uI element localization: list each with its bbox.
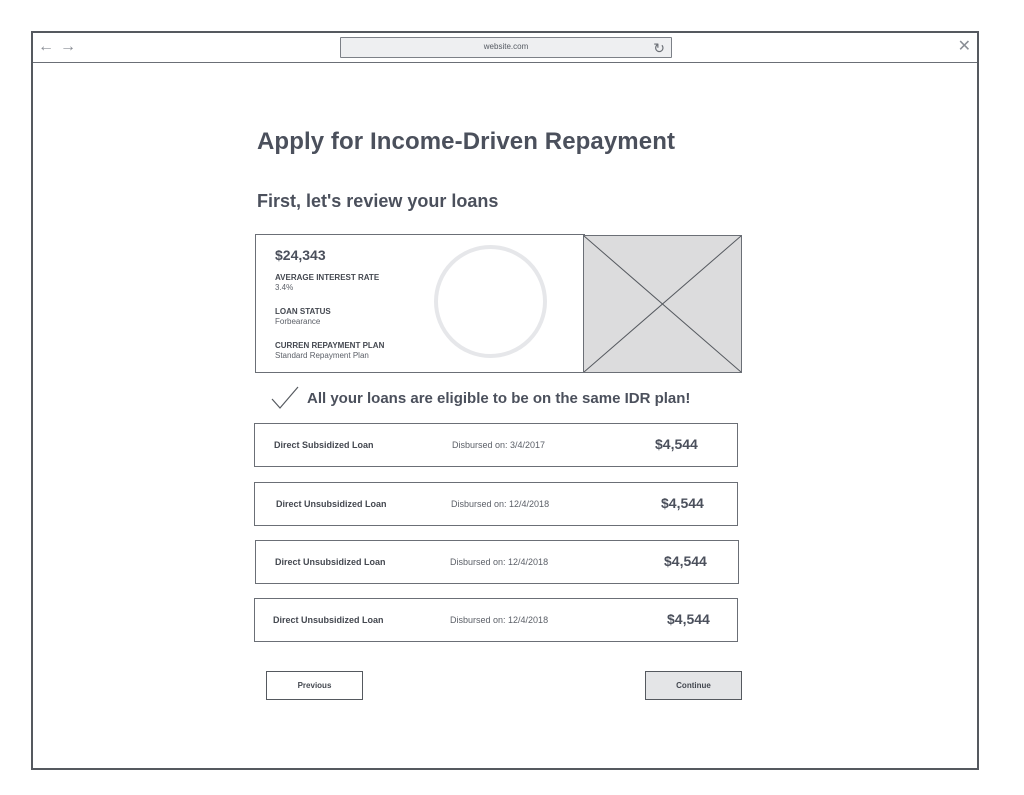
loan-row[interactable]: Direct Unsubsidized Loan Disbursed on: 1… bbox=[254, 598, 738, 642]
interest-rate-label: AVERAGE INTEREST RATE bbox=[275, 273, 380, 282]
loan-name: Direct Unsubsidized Loan bbox=[273, 615, 384, 625]
loan-disbursed-date: Disbursed on: 3/4/2017 bbox=[452, 440, 546, 450]
previous-button[interactable]: Previous bbox=[266, 671, 363, 700]
loan-disbursed-date: Disbursed on: 12/4/2018 bbox=[451, 499, 550, 509]
loan-amount: $4,544 bbox=[661, 495, 704, 511]
eligibility-message: All your loans are eligible to be on the… bbox=[307, 389, 691, 407]
address-bar[interactable]: website.com ↻ bbox=[340, 37, 672, 58]
loan-disbursed-date: Disbursed on: 12/4/2018 bbox=[450, 557, 549, 567]
forward-arrow-icon[interactable]: → bbox=[59, 37, 77, 57]
loan-row[interactable]: Direct Subsidized Loan Disbursed on: 3/4… bbox=[254, 423, 738, 467]
close-icon[interactable]: ✕ bbox=[958, 37, 971, 57]
repayment-plan-label: CURREN REPAYMENT PLAN bbox=[275, 341, 385, 350]
loan-row[interactable]: Direct Unsubsidized Loan Disbursed on: 1… bbox=[254, 482, 738, 526]
loan-row[interactable]: Direct Unsubsidized Loan Disbursed on: 1… bbox=[255, 540, 739, 584]
loan-disbursed-date: Disbursed on: 12/4/2018 bbox=[450, 615, 549, 625]
image-placeholder-icon bbox=[584, 236, 741, 372]
total-balance: $24,343 bbox=[275, 247, 326, 263]
image-placeholder bbox=[583, 235, 742, 373]
repayment-plan-value: Standard Repayment Plan bbox=[275, 351, 369, 360]
loan-amount: $4,544 bbox=[664, 553, 707, 569]
loan-status-value: Forbearance bbox=[275, 317, 321, 326]
browser-window: ← → website.com ↻ ✕ Apply for Income-Dri… bbox=[31, 31, 979, 770]
continue-button[interactable]: Continue bbox=[645, 671, 742, 700]
loan-name: Direct Unsubsidized Loan bbox=[276, 499, 387, 509]
interest-rate-value: 3.4% bbox=[275, 283, 294, 292]
section-title: First, let's review your loans bbox=[257, 191, 499, 211]
loan-summary-card: $24,343 AVERAGE INTEREST RATE 3.4% LOAN … bbox=[255, 234, 585, 373]
url-text: website.com bbox=[483, 42, 529, 51]
page-title: Apply for Income-Driven Repayment bbox=[257, 128, 676, 155]
checkmark-icon bbox=[271, 386, 299, 409]
loan-name: Direct Unsubsidized Loan bbox=[275, 557, 386, 567]
back-arrow-icon[interactable]: ← bbox=[37, 37, 55, 57]
loan-amount: $4,544 bbox=[655, 436, 698, 452]
loan-amount: $4,544 bbox=[667, 611, 710, 627]
loan-name: Direct Subsidized Loan bbox=[274, 440, 374, 450]
loan-status-label: LOAN STATUS bbox=[275, 307, 331, 316]
reload-icon[interactable]: ↻ bbox=[653, 39, 665, 57]
eligibility-notice: All your loans are eligible to be on the… bbox=[271, 383, 690, 413]
donut-chart-placeholder bbox=[434, 245, 547, 358]
browser-toolbar: ← → website.com ↻ ✕ bbox=[33, 33, 977, 63]
